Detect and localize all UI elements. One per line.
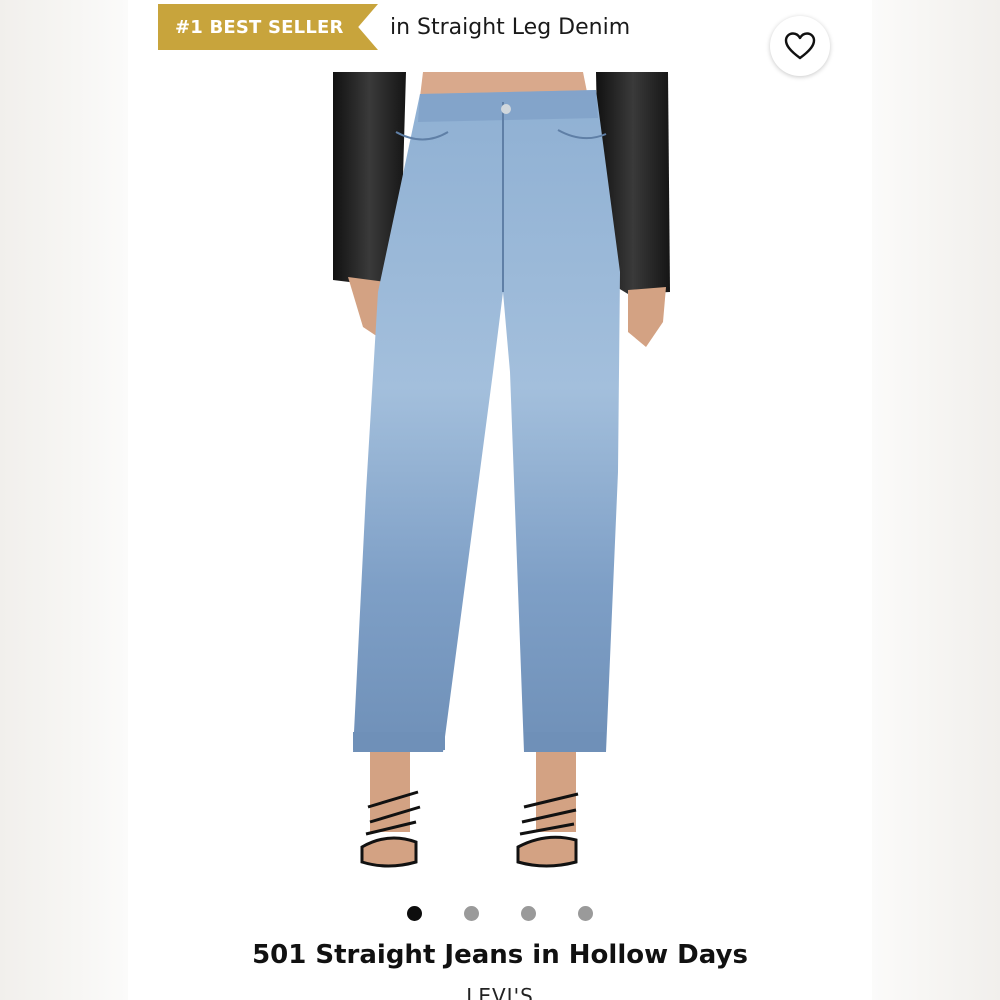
carousel-dot-3[interactable] (521, 906, 536, 921)
best-seller-badge: #1 BEST SELLER (158, 4, 378, 50)
best-seller-category[interactable]: in Straight Leg Denim (390, 15, 630, 40)
carousel-dot-1[interactable] (407, 906, 422, 921)
product-image[interactable] (328, 72, 678, 887)
heart-outline-icon (784, 32, 816, 60)
favorite-button[interactable] (770, 16, 830, 76)
carousel-dot-4[interactable] (578, 906, 593, 921)
product-page: #1 BEST SELLER in Straight Leg Denim 501… (128, 0, 872, 1000)
image-carousel-dots (128, 906, 872, 924)
brand-name[interactable]: LEVI'S (128, 984, 872, 1000)
best-seller-label: #1 BEST SELLER (175, 16, 344, 38)
carousel-dot-2[interactable] (464, 906, 479, 921)
best-seller-row: #1 BEST SELLER in Straight Leg Denim (158, 4, 630, 50)
background-left (0, 0, 128, 1000)
product-title: 501 Straight Jeans in Hollow Days (252, 940, 748, 970)
background-right (872, 0, 1000, 1000)
